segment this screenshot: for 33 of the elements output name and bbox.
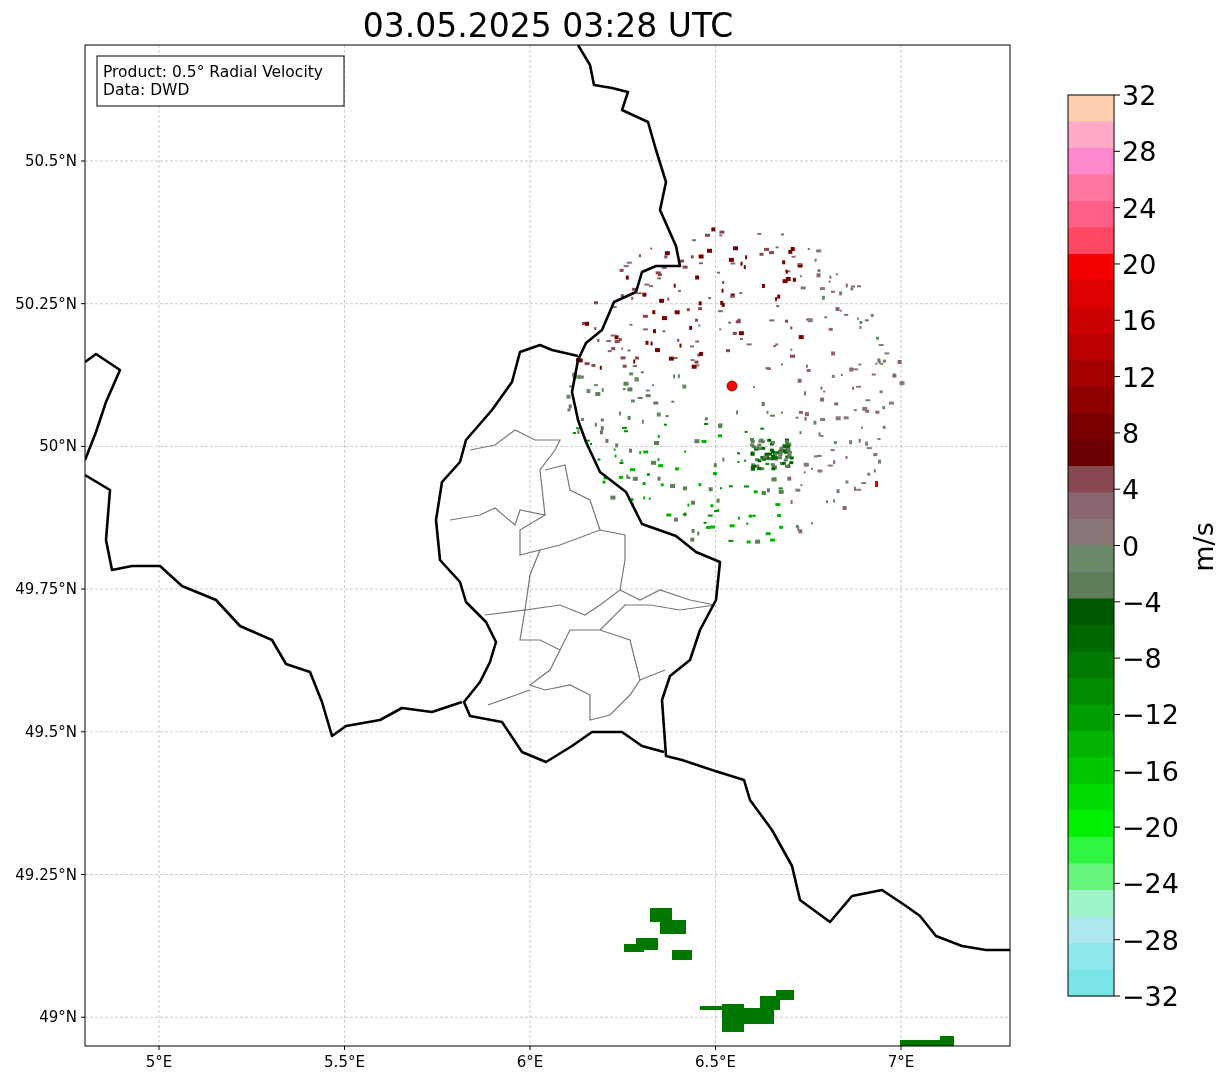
axis-tick-label: 49.25°N	[15, 865, 77, 884]
colorbar-tick-label: −8	[1122, 643, 1162, 675]
colorbar-tick-label: 32	[1122, 80, 1157, 111]
colorbar-tick-label: 0	[1122, 530, 1140, 562]
axis-tick-label: 50.25°N	[15, 294, 77, 313]
colorbar-tick-label: 28	[1122, 136, 1157, 168]
colorbar-tick-label: −16	[1122, 755, 1179, 787]
info-text: Product: 0.5° Radial Velocity	[103, 63, 323, 81]
colorbar-tick-label: −32	[1122, 981, 1179, 1012]
axis-tick-label: 49.75°N	[15, 580, 77, 599]
axis-tick-label: 50°N	[39, 437, 77, 456]
colorbar-tick-label: −20	[1122, 812, 1179, 844]
axis-tick-label: 50.5°N	[24, 152, 77, 170]
colorbar-tick-label: 24	[1122, 192, 1157, 224]
colorbar-label: m/s	[1188, 522, 1219, 572]
colorbar-tick-label: 20	[1122, 248, 1157, 280]
colorbar-tick-label: 12	[1122, 361, 1157, 393]
axis-tick-label: 49°N	[39, 1008, 77, 1027]
colorbar-tick-label: −28	[1122, 924, 1179, 956]
colorbar-tick-label: −12	[1122, 699, 1179, 731]
axis-tick-label: 6.5°E	[695, 1053, 736, 1071]
colorbar-tick-label: 4	[1122, 474, 1140, 506]
info-text: Data: DWD	[103, 81, 190, 99]
axis-tick-label: 6°E	[516, 1053, 544, 1071]
axis-tick-label: 7°E	[887, 1053, 915, 1071]
axis-tick-label: 5°E	[145, 1053, 173, 1071]
axis-tick-label: 49.5°N	[24, 722, 77, 741]
colorbar-tick-label: −4	[1122, 586, 1162, 618]
colorbar-tick-label: −24	[1122, 868, 1179, 900]
colorbar-tick-label: 16	[1122, 305, 1157, 337]
axis-tick-label: 5.5°E	[324, 1053, 365, 1071]
chart-title: 03.05.2025 03:28 UTC	[362, 6, 734, 45]
colorbar-tick-label: 8	[1122, 417, 1140, 449]
